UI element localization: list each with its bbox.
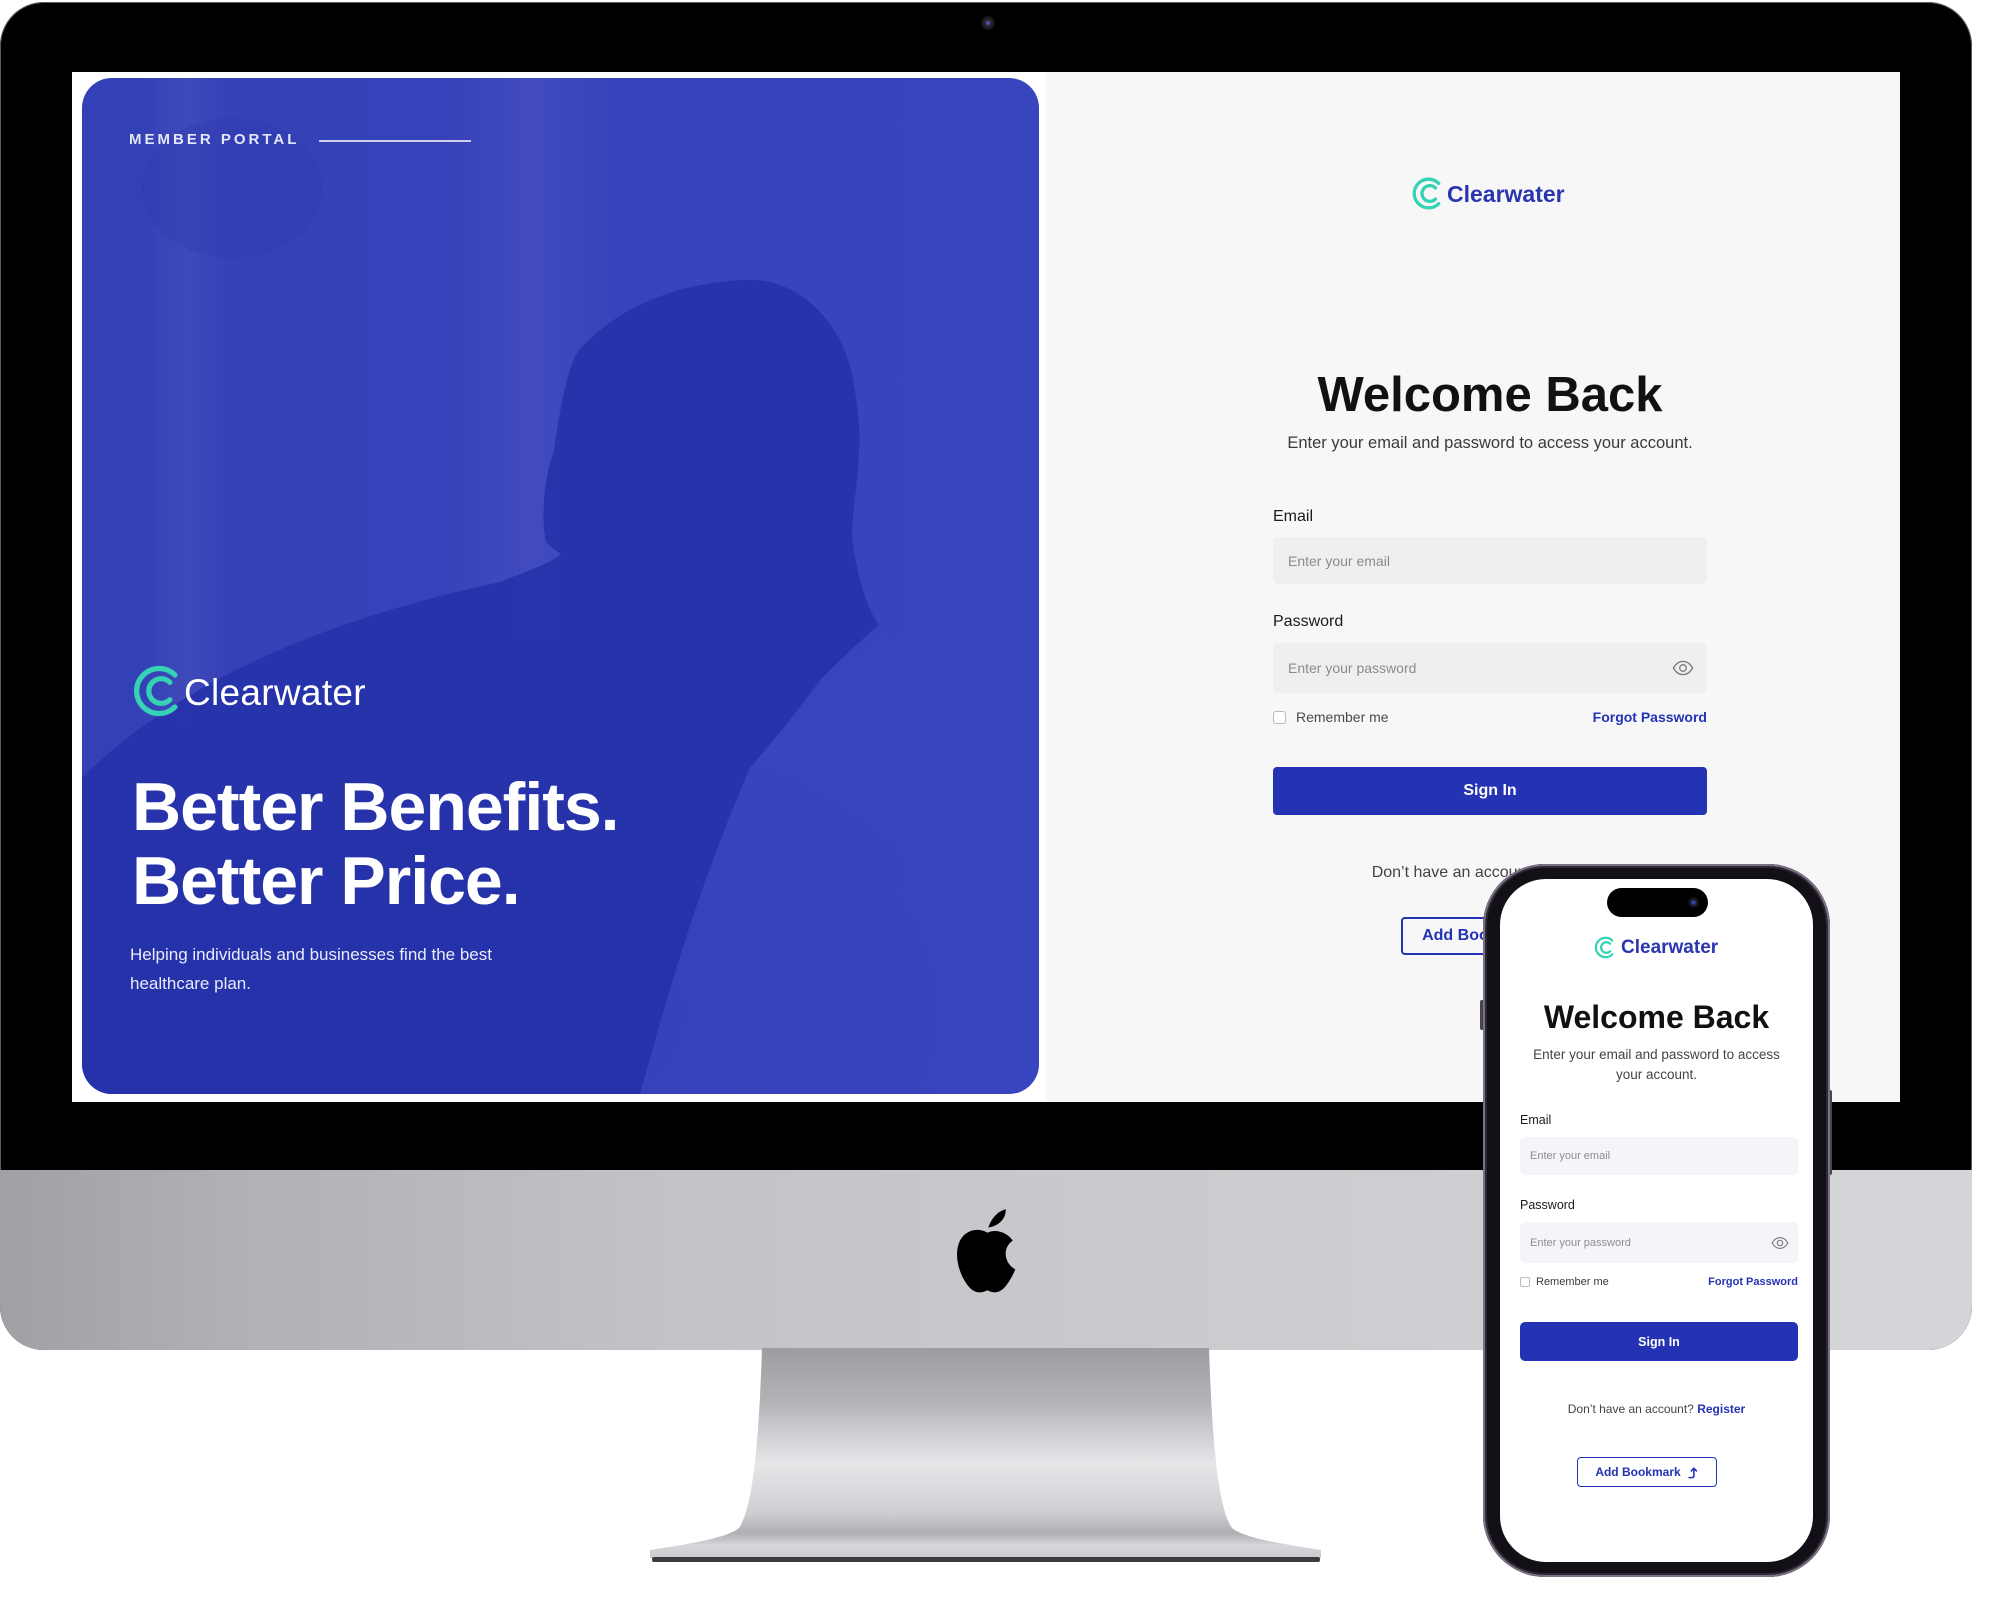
password-label: Password <box>1273 613 1344 630</box>
clearwater-logo-icon <box>134 665 178 717</box>
apple-logo-icon <box>957 1209 1016 1293</box>
mobile-forgot-password-link[interactable]: Forgot Password <box>1708 1275 1798 1289</box>
email-label: Email <box>1273 508 1314 525</box>
dynamic-island <box>1607 888 1708 917</box>
clearwater-logo-icon <box>1594 936 1614 959</box>
mobile-remember-me-label: Remember me <box>1536 1276 1609 1288</box>
mobile-register-prompt-text: Don’t have an account? <box>1567 1402 1694 1416</box>
mobile-register-link[interactable]: Register <box>1697 1402 1745 1416</box>
mobile-add-bookmark-label: Add Bookmark <box>1595 1465 1681 1479</box>
password-field-wrapper <box>1273 643 1707 693</box>
email-field[interactable] <box>1273 537 1707 584</box>
eye-icon[interactable] <box>1771 1234 1789 1252</box>
email-field-wrapper <box>1273 537 1707 584</box>
hero-subtext: Helping individuals and businesses find … <box>130 945 492 993</box>
mobile-email-field-wrapper <box>1520 1137 1798 1175</box>
mobile-register-prompt: Don’t have an account? Register <box>1500 1401 1813 1417</box>
remember-me-checkbox[interactable] <box>1273 710 1286 724</box>
eyebrow-divider <box>319 140 471 142</box>
iphone-device: Clearwater Welcome Back Enter your email… <box>1483 864 1830 1577</box>
mobile-email-field[interactable] <box>1520 1137 1798 1175</box>
mobile-remember-me-checkbox[interactable] <box>1520 1277 1530 1287</box>
mobile-password-field[interactable] <box>1520 1222 1798 1263</box>
front-camera-icon <box>1688 897 1699 908</box>
sign-in-button[interactable]: Sign In <box>1273 767 1707 815</box>
mobile-brand-name: Clearwater <box>1621 936 1719 958</box>
page-title: Welcome Back <box>1317 368 1663 422</box>
mobile-password-field-wrapper <box>1520 1222 1798 1263</box>
mobile-screen: Clearwater Welcome Back Enter your email… <box>1500 879 1813 1562</box>
remember-me[interactable]: Remember me <box>1273 709 1389 725</box>
mobile-add-bookmark-button[interactable]: Add Bookmark <box>1577 1457 1717 1487</box>
hero-headline: Better Benefits. Better Price. <box>132 769 620 919</box>
eye-icon[interactable] <box>1672 657 1694 679</box>
hero-column: MEMBER PORTAL Clearwater Better Benefits… <box>72 72 1046 1102</box>
password-field[interactable] <box>1273 643 1707 693</box>
mobile-password-label: Password <box>1520 1198 1575 1212</box>
mobile-page-subtitle: Enter your email and password to access … <box>1533 1047 1780 1082</box>
member-portal-eyebrow: MEMBER PORTAL <box>129 131 300 148</box>
hero-brand-name: Clearwater <box>184 672 366 713</box>
headline-line-2: Better Price. <box>132 843 521 919</box>
headline-line-1: Better Benefits. <box>132 769 620 845</box>
mobile-page-title: Welcome Back <box>1543 999 1770 1035</box>
mobile-email-label: Email <box>1520 1113 1552 1127</box>
monitor-stand <box>650 1348 1321 1562</box>
share-arrow-icon <box>1688 1466 1697 1478</box>
forgot-password-link[interactable]: Forgot Password <box>1593 709 1707 725</box>
webcam-icon <box>981 16 995 30</box>
mobile-sign-in-button[interactable]: Sign In <box>1520 1322 1798 1361</box>
remember-me-label: Remember me <box>1296 709 1389 725</box>
mobile-login-logo[interactable]: Clearwater <box>1593 935 1718 960</box>
page-subtitle: Enter your email and password to access … <box>1287 434 1693 452</box>
hero-panel: MEMBER PORTAL Clearwater Better Benefits… <box>82 78 1039 1094</box>
mobile-remember-me[interactable]: Remember me <box>1520 1275 1609 1289</box>
